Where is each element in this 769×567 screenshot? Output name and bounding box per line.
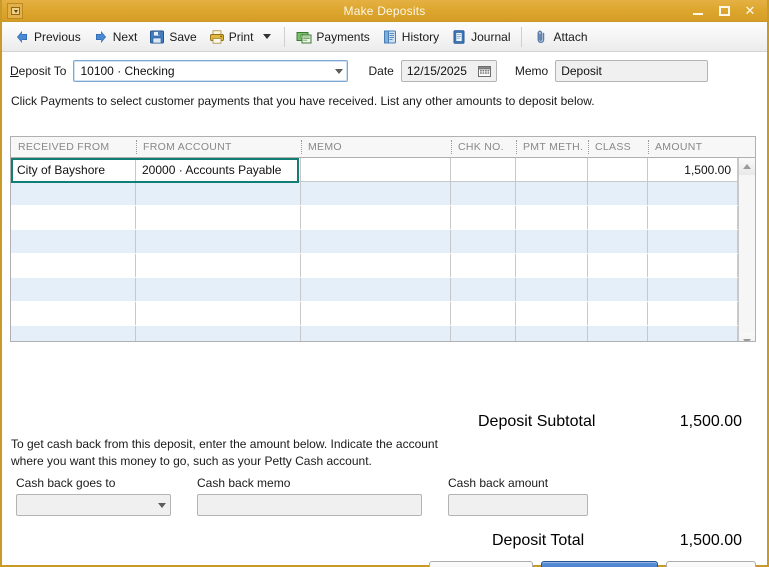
toolbar-print-label: Print [228, 29, 254, 44]
revert-button[interactable]: Revert [666, 561, 756, 567]
table-row[interactable] [11, 326, 738, 341]
date-value: 12/15/2025 [406, 64, 467, 78]
table-row[interactable] [11, 182, 738, 206]
deposit-total-value: 1,500.00 [679, 532, 742, 549]
table-row[interactable] [11, 230, 738, 254]
deposit-to-label: Deposit To [10, 64, 67, 78]
date-field[interactable]: 12/15/2025 [400, 60, 497, 82]
toolbar-separator [284, 26, 286, 47]
arrow-left-icon [14, 29, 30, 45]
scroll-down-arrow-icon[interactable] [739, 333, 755, 341]
minimize-button[interactable] [691, 4, 705, 18]
toolbar-save-label: Save [169, 29, 197, 44]
toolbar-separator-2 [521, 26, 523, 47]
paperclip-icon [533, 29, 549, 45]
scrollbar-track[interactable] [739, 175, 755, 333]
toolbar-previous-label: Previous [34, 29, 81, 44]
toolbar-journal-label: Journal [471, 29, 511, 44]
cash-back-goes-to-select[interactable] [16, 494, 171, 516]
cell-memo[interactable] [301, 158, 451, 181]
cell-pmt-meth[interactable] [516, 158, 588, 181]
memo-label: Memo [514, 64, 549, 78]
window-title: Make Deposits [343, 3, 426, 18]
deposit-subtotal-value: 1,500.00 [679, 413, 742, 430]
grid-header-class[interactable]: CLASS [588, 137, 648, 157]
cash-back-goes-to-label: Cash back goes to [16, 476, 116, 490]
cash-back-description-line2: where you want this money to go, such as… [11, 454, 372, 468]
grid-header-pmt-meth[interactable]: PMT METH. [516, 137, 588, 157]
deposit-subtotal-label: Deposit Subtotal [478, 413, 596, 430]
form-body: Deposit To 10100 · Checking Date 12/15/2… [2, 52, 767, 567]
close-button[interactable]: ✕ [743, 4, 757, 18]
toolbar-attach-button[interactable]: Attach [527, 26, 593, 48]
cash-back-memo-label: Cash back memo [197, 476, 291, 490]
window-controls: ✕ [691, 4, 767, 18]
cell-amount[interactable]: 1,500.00 [648, 158, 738, 181]
deposit-total-label: Deposit Total [492, 532, 585, 549]
toolbar-payments-label: Payments [316, 29, 370, 44]
scroll-up-arrow-icon[interactable] [739, 158, 755, 175]
table-row[interactable] [11, 278, 738, 302]
toolbar-previous-button[interactable]: Previous [8, 26, 87, 48]
window-menu-icon[interactable] [7, 2, 23, 19]
arrow-right-icon [93, 29, 109, 45]
grid-header-received-from[interactable]: RECEIVED FROM [11, 137, 136, 157]
save-and-close-button[interactable]: Save & Close [429, 561, 533, 567]
deposit-to-select[interactable]: 10100 · Checking [73, 60, 349, 82]
toolbar-next-label: Next [112, 29, 138, 44]
cell-from-account[interactable]: 20000 · Accounts Payable [136, 158, 301, 181]
history-book-icon [382, 29, 398, 45]
toolbar-journal-button[interactable]: Journal [445, 26, 516, 48]
toolbar-history-button[interactable]: History [376, 26, 445, 48]
chevron-down-icon[interactable] [263, 34, 272, 39]
journal-icon [451, 29, 467, 45]
grid-header-amount[interactable]: AMOUNT [648, 137, 755, 157]
toolbar-save-button[interactable]: Save [143, 26, 202, 48]
toolbar-history-label: History [401, 29, 440, 44]
grid-header-row: RECEIVED FROM FROM ACCOUNT MEMO CHK NO. … [11, 137, 755, 158]
cash-back-memo-field[interactable] [197, 494, 422, 516]
memo-field[interactable]: Deposit [555, 60, 709, 82]
cash-back-description: To get cash back from this deposit, ente… [11, 436, 481, 470]
calendar-icon[interactable] [477, 65, 491, 77]
cash-back-amount-field[interactable] [448, 494, 588, 516]
payments-icon [296, 29, 312, 45]
grid-rows: City of Bayshore 20000 · Accounts Payabl… [11, 158, 738, 341]
chevron-down-icon [335, 68, 344, 74]
table-row[interactable] [11, 206, 738, 230]
cell-class[interactable] [588, 158, 648, 181]
cash-back-amount-label: Cash back amount [448, 476, 549, 490]
cash-back-description-line1: To get cash back from this deposit, ente… [11, 437, 438, 451]
save-and-new-button[interactable]: Save & New [541, 561, 658, 567]
table-row[interactable] [11, 302, 738, 326]
toolbar-attach-label: Attach [553, 29, 588, 44]
deposit-line-items-grid: RECEIVED FROM FROM ACCOUNT MEMO CHK NO. … [10, 136, 756, 342]
table-row[interactable]: City of Bayshore 20000 · Accounts Payabl… [11, 158, 738, 182]
grid-header-memo[interactable]: MEMO [301, 137, 451, 157]
table-row[interactable] [11, 254, 738, 278]
grid-scrollbar[interactable] [738, 158, 755, 341]
deposit-to-value: 10100 · Checking [80, 64, 175, 78]
memo-value: Deposit [561, 64, 602, 78]
cell-chk-no[interactable] [451, 158, 516, 181]
toolbar-next-button[interactable]: Next [87, 26, 144, 48]
make-deposits-window: Make Deposits ✕ Previous Next Save Print… [0, 0, 769, 567]
floppy-disk-icon [149, 29, 165, 45]
instruction-text: Click Payments to select customer paymen… [11, 94, 595, 108]
toolbar-print-button[interactable]: Print [203, 26, 260, 48]
printer-icon [209, 29, 225, 45]
grid-header-from-account[interactable]: FROM ACCOUNT [136, 137, 301, 157]
toolbar: Previous Next Save Print Payments Histor… [2, 22, 767, 52]
maximize-button[interactable] [717, 4, 731, 18]
title-bar: Make Deposits ✕ [2, 0, 767, 22]
date-label: Date [368, 64, 394, 78]
grid-header-chk-no[interactable]: CHK NO. [451, 137, 516, 157]
header-fields-row: Deposit To 10100 · Checking Date 12/15/2… [2, 52, 767, 82]
toolbar-payments-button[interactable]: Payments [290, 26, 375, 48]
chevron-down-icon [158, 502, 166, 508]
cell-received-from[interactable]: City of Bayshore [11, 158, 136, 181]
grid-body: City of Bayshore 20000 · Accounts Payabl… [11, 158, 755, 341]
